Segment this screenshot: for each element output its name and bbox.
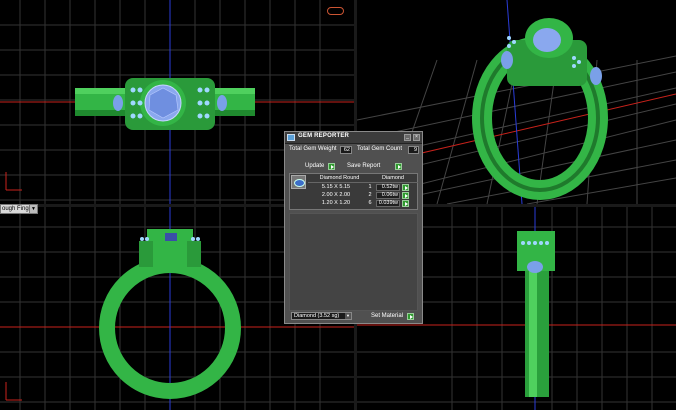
save-report-button[interactable] <box>395 163 402 170</box>
update-label: Update <box>305 163 325 169</box>
round-diamond-icon[interactable] <box>291 175 306 189</box>
material-select[interactable]: Diamond (3.52 sg) ▼ <box>291 312 352 320</box>
close-icon[interactable]: × <box>413 134 420 141</box>
view-mode-dropdown[interactable]: ough Finger ▼ <box>0 204 38 214</box>
ring-preview-icon[interactable] <box>327 7 344 15</box>
table-row-3-weight: 0.039tw <box>376 200 400 207</box>
update-button[interactable] <box>328 163 335 170</box>
table-row-2-button[interactable] <box>402 192 409 199</box>
gem-reporter-titlebar[interactable]: GEM REPORTER _ × <box>285 132 422 144</box>
gem-reporter-panel: GEM REPORTER _ × Total Gem Weight 62 Tot… <box>284 131 423 324</box>
material-select-value: Diamond (3.52 sg) <box>294 313 340 319</box>
table-row-1-button[interactable] <box>402 184 409 191</box>
table-row-3-size: 1.20 X 1.20 <box>321 200 351 206</box>
gem-icon <box>287 134 295 141</box>
chevron-down-icon: ▼ <box>29 205 37 213</box>
total-weight-value: 62 <box>340 146 352 154</box>
table-header-shape: Diamond Round <box>319 175 360 181</box>
table-divider <box>308 182 418 183</box>
minimize-icon[interactable]: _ <box>404 134 411 141</box>
table-row-3-button[interactable] <box>402 200 409 207</box>
gem-table: Diamond Round Diamond 5.15 X 5.15 1 0.52… <box>289 173 418 210</box>
total-count-value: 9 <box>408 146 419 154</box>
gem-list-area[interactable] <box>289 213 418 311</box>
set-material-button[interactable] <box>407 313 414 320</box>
total-weight-label: Total Gem Weight <box>289 146 337 152</box>
gem-reporter-title: GEM REPORTER <box>298 133 350 139</box>
save-report-label: Save Report <box>347 163 381 169</box>
set-material-label: Set Material <box>371 313 404 319</box>
table-row-1-size: 5.15 X 5.15 <box>321 184 351 190</box>
table-row-3-count: 6 <box>368 200 372 206</box>
table-header-material: Diamond <box>381 175 404 181</box>
chevron-down-icon: ▼ <box>345 313 351 319</box>
table-row-2-count: 2 <box>368 192 372 198</box>
table-row-2-weight: 0.06tw <box>376 192 400 199</box>
table-row-1-count: 1 <box>368 184 372 190</box>
table-row-2-size: 2.00 X 2.00 <box>321 192 351 198</box>
total-count-label: Total Gem Count <box>357 146 403 152</box>
table-row-1-weight: 0.52tw <box>376 184 400 191</box>
